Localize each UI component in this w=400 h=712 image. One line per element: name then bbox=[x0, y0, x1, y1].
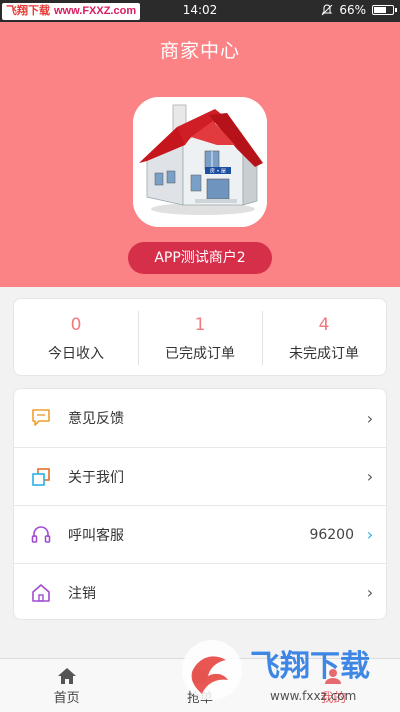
about-icon bbox=[14, 466, 68, 488]
site-watermark: 飞翔下载 www.fxxz.com bbox=[182, 640, 370, 703]
house-icon: 房 • 屋 bbox=[133, 97, 267, 227]
merchant-name-pill: APP测试商户2 bbox=[128, 242, 272, 274]
chevron-right-icon: › bbox=[366, 408, 374, 428]
menu-item-label: 呼叫客服 bbox=[68, 527, 124, 544]
menu-item-customer-service[interactable]: 呼叫客服 96200 › bbox=[14, 505, 386, 563]
menu-item-label: 关于我们 bbox=[68, 469, 124, 486]
stat-today-income[interactable]: 0 今日收入 bbox=[14, 299, 138, 375]
battery-icon bbox=[372, 5, 397, 15]
headset-icon bbox=[14, 524, 68, 546]
home-icon bbox=[0, 659, 133, 685]
svg-text:房 • 屋: 房 • 屋 bbox=[210, 168, 226, 175]
menu-item-logout[interactable]: 注销 › bbox=[14, 563, 386, 621]
menu-item-feedback[interactable]: 意见反馈 › bbox=[14, 389, 386, 447]
tab-label: 首页 bbox=[53, 691, 80, 706]
status-bar: 飞翔下载 www.FXXZ.com 14:02 66% bbox=[0, 0, 400, 22]
chevron-right-icon: › bbox=[366, 583, 374, 602]
menu-item-label: 意见反馈 bbox=[68, 411, 124, 427]
status-right: 66% bbox=[321, 3, 397, 17]
stat-label: 已完成订单 bbox=[165, 346, 235, 362]
menu-item-label: 注销 bbox=[68, 585, 96, 602]
battery-percent: 66% bbox=[339, 3, 366, 17]
service-phone-number: 96200 bbox=[309, 526, 354, 543]
stat-value: 4 bbox=[318, 315, 330, 335]
stats-card: 0 今日收入 1 已完成订单 4 未完成订单 bbox=[13, 298, 387, 376]
stat-value: 1 bbox=[194, 315, 206, 335]
stat-value: 0 bbox=[70, 315, 82, 335]
stat-completed-orders[interactable]: 1 已完成订单 bbox=[138, 299, 262, 375]
stat-label: 今日收入 bbox=[48, 346, 104, 362]
silent-icon bbox=[321, 4, 333, 16]
logout-home-icon bbox=[14, 582, 68, 604]
header: 商家中心 房 • 屋 APP测试商户2 bbox=[0, 22, 400, 287]
tab-home[interactable]: 首页 bbox=[0, 659, 133, 712]
menu-card: 意见反馈 › 关于我们 › 呼叫客服 96200 › 注销 › bbox=[13, 388, 387, 620]
feedback-icon bbox=[14, 407, 68, 429]
avatar[interactable]: 房 • 屋 bbox=[133, 97, 267, 227]
menu-item-about[interactable]: 关于我们 › bbox=[14, 447, 386, 505]
chevron-right-icon: › bbox=[366, 467, 374, 486]
page-title: 商家中心 bbox=[159, 40, 240, 62]
battery-fill bbox=[374, 7, 386, 13]
watermark-brand: 飞翔下载 bbox=[250, 649, 370, 684]
watermark-site-url: www.fxxz.com bbox=[270, 689, 356, 703]
chevron-right-icon: › bbox=[366, 525, 374, 544]
stat-pending-orders[interactable]: 4 未完成订单 bbox=[262, 299, 386, 375]
stat-label: 未完成订单 bbox=[289, 346, 359, 362]
